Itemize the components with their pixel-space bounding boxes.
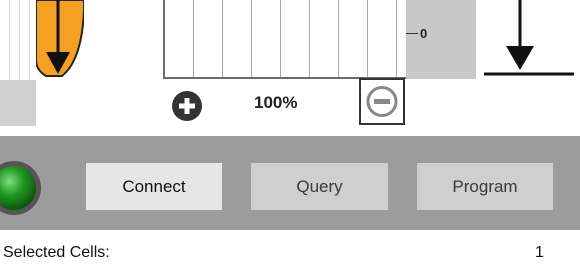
selected-cells-value: 1 bbox=[535, 244, 544, 261]
zoom-out-button[interactable] bbox=[359, 78, 405, 125]
left-gray-block bbox=[0, 80, 36, 126]
program-button[interactable]: Program bbox=[417, 163, 553, 210]
zoom-level: 100% bbox=[254, 93, 298, 112]
zoom-in-icon[interactable] bbox=[171, 90, 203, 122]
zero-tick bbox=[406, 33, 418, 34]
zero-label: 0 bbox=[420, 26, 428, 41]
minus-circle-icon bbox=[366, 86, 398, 117]
cell-grid-lines bbox=[165, 0, 406, 77]
green-led-icon bbox=[0, 161, 41, 215]
query-button[interactable]: Query bbox=[251, 163, 388, 210]
left-grid-lines bbox=[0, 0, 36, 80]
connect-button[interactable]: Connect bbox=[86, 163, 222, 210]
down-arrow-icon bbox=[484, 0, 574, 76]
selected-cells-label: Selected Cells: bbox=[3, 244, 110, 261]
orange-level-bar bbox=[36, 0, 84, 77]
scale-column bbox=[406, 0, 476, 79]
